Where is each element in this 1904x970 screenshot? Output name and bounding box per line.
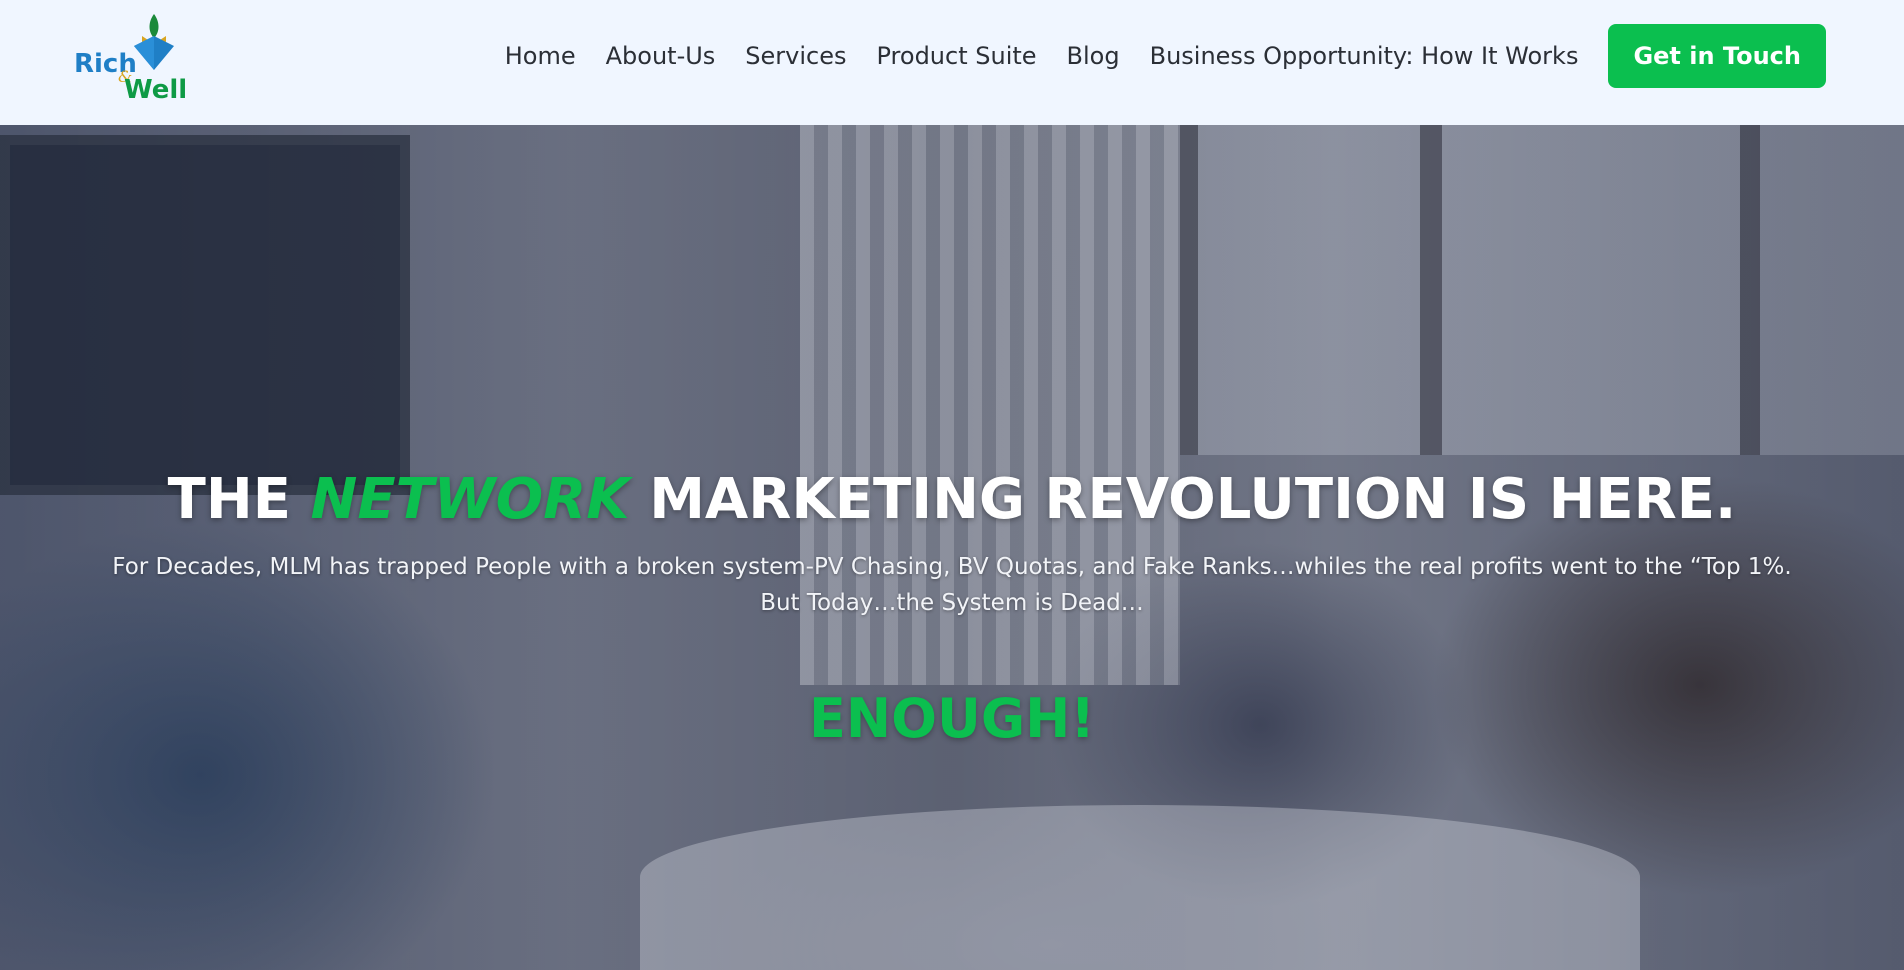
hero-content: THE NETWORK MARKETING REVOLUTION IS HERE…	[0, 0, 1904, 845]
hero-subline-1: For Decades, MLM has trapped People with…	[112, 554, 1792, 580]
headline-part1: THE	[167, 467, 311, 532]
hero-subline-2: But Today…the System is Dead…	[760, 590, 1144, 616]
headline-part2: MARKETING REVOLUTION IS HERE.	[629, 467, 1737, 532]
headline-accent: NETWORK	[310, 467, 630, 532]
hero-emphasis: ENOUGH!	[809, 687, 1095, 750]
hero-headline: THE NETWORK MARKETING REVOLUTION IS HERE…	[0, 465, 1904, 535]
